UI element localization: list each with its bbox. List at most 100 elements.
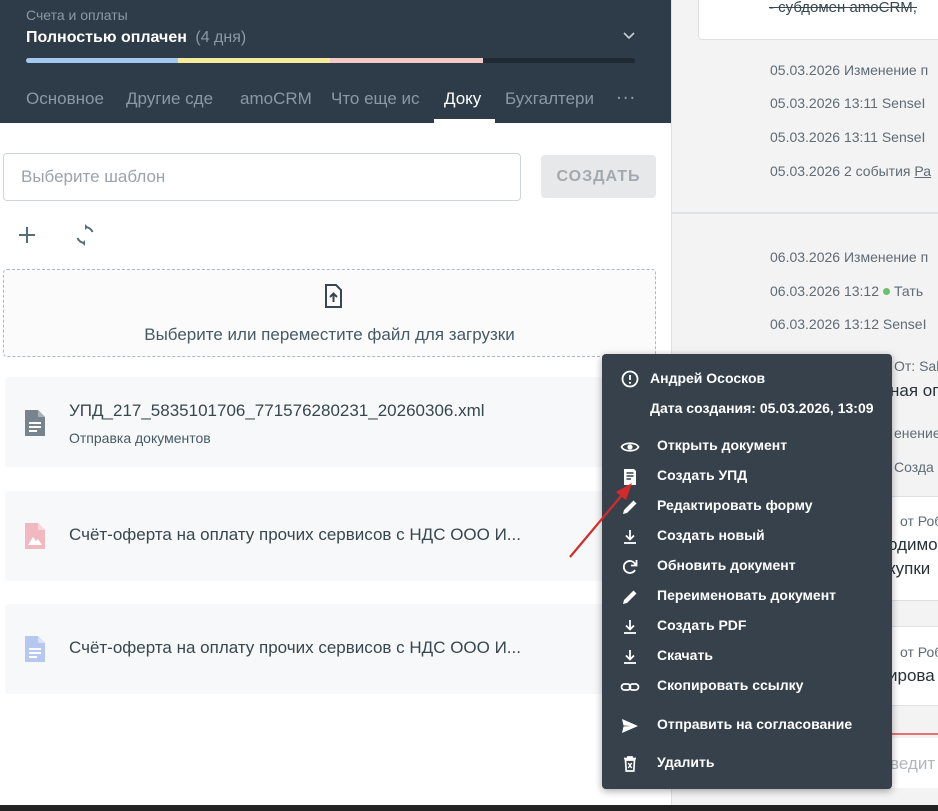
menu-refresh-document[interactable]: Обновить документ (602, 553, 892, 581)
pipeline-progress (26, 58, 635, 63)
feed-input-placeholder: ведит (890, 754, 936, 773)
feed-event-time: 06.03.2026 13:12 (770, 283, 879, 299)
status-duration: (4 дня) (195, 29, 247, 46)
refresh-icon (622, 560, 638, 574)
feed-message-input[interactable]: ведит (888, 738, 938, 788)
file-upload-icon (325, 284, 342, 308)
eye-icon (620, 442, 640, 452)
window-bottom-edge (0, 805, 938, 811)
template-placeholder: Выберите шаблон (21, 167, 166, 186)
menu-item-label: Создать новый (657, 527, 765, 543)
template-select[interactable]: Выберите шаблон (3, 153, 521, 201)
menu-item-label: Открыть документ (657, 437, 788, 453)
download-icon (624, 650, 636, 664)
status-label: Полностью оплачен (26, 29, 187, 46)
link-icon (620, 683, 640, 691)
feed-event: 06.03.2026 Изменение п (770, 249, 929, 265)
menu-create-upd[interactable]: Создать УПД (602, 463, 892, 491)
menu-item-label: Скопировать ссылку (657, 677, 804, 693)
document-item[interactable]: УПД_217_5835101706_771576280231_20260306… (5, 377, 671, 467)
feed-sender: от Роб (900, 644, 938, 660)
feed-event: 06.03.2026 13:12 SenseI (770, 316, 927, 332)
feed-event: 05.03.2026 13:11 SenseI (770, 129, 926, 145)
tab-other-deals[interactable]: Другие сде (126, 89, 219, 109)
file-document-icon (25, 410, 45, 436)
feed-message: одимо (888, 535, 938, 554)
feed-sender: От: Sal (894, 358, 938, 374)
tab-main[interactable]: Основное (26, 89, 108, 109)
feed-event: Созда (894, 459, 934, 475)
feed-event: 05.03.2026 2 события Ра (770, 163, 931, 179)
online-status-dot (883, 288, 890, 295)
feed-message: ирова (888, 666, 935, 685)
tab-documents[interactable]: Доку (444, 89, 494, 109)
feed-event: 05.03.2026 13:11 SenseI (770, 95, 926, 111)
chevron-down-icon[interactable] (620, 26, 638, 44)
file-pdf-icon (25, 523, 45, 549)
menu-send-for-approval[interactable]: Отправить на согласование (602, 712, 892, 740)
info-icon (621, 370, 639, 388)
menu-item-label: Редактировать форму (657, 497, 813, 513)
menu-rename-document[interactable]: Переименовать документ (602, 583, 892, 611)
menu-item-label: Переименовать документ (657, 587, 837, 603)
file-doc-icon (25, 636, 45, 662)
tab-accounting[interactable]: Бухгалтери (505, 89, 599, 109)
menu-delete[interactable]: Удалить (602, 750, 892, 778)
feed-events-link[interactable]: Ра (914, 163, 931, 179)
document-item[interactable]: Счёт-оферта на оплату прочих сервисов с … (5, 604, 671, 694)
active-tab-indicator (434, 119, 495, 123)
menu-create-pdf[interactable]: Создать PDF (602, 613, 892, 641)
document-name: Счёт-оферта на оплату прочих сервисов с … (69, 638, 521, 657)
feed-user-name: Тать (894, 283, 924, 299)
feed-event: 06.03.2026 13:12 Тать (770, 283, 923, 299)
menu-edit-form[interactable]: Редактировать форму (602, 493, 892, 521)
deal-header: Счета и оплаты Полностью оплачен (4 дня)… (0, 0, 671, 123)
menu-create-new[interactable]: Создать новый (602, 523, 892, 551)
menu-item-label: Удалить (657, 754, 715, 770)
progress-segment (26, 58, 178, 63)
progress-segment (178, 58, 330, 63)
feed-event: енение п (894, 425, 938, 441)
menu-open-document[interactable]: Открыть документ (602, 433, 892, 461)
document-item[interactable]: Счёт-оферта на оплату прочих сервисов с … (5, 491, 671, 581)
document-context-menu: Андрей Ососков Дата создания: 05.03.2026… (602, 354, 892, 789)
sync-icon[interactable] (71, 221, 99, 249)
deal-panel: Счета и оплаты Полностью оплачен (4 дня)… (0, 0, 671, 811)
dropzone-text: Выберите или переместите файл для загруз… (144, 325, 515, 344)
feed-message: ная оп (890, 381, 938, 400)
feed-note-text: - субдомен amoCRM, (769, 0, 917, 16)
menu-copy-link[interactable]: Скопировать ссылку (602, 673, 892, 701)
feed-message: купки (888, 559, 931, 578)
plus-icon[interactable] (13, 221, 41, 249)
pencil-icon (623, 590, 637, 604)
tab-amocrm[interactable]: amoCRM (240, 89, 315, 109)
feed-input-underline (888, 733, 938, 735)
menu-item-label: Отправить на согласование (657, 716, 853, 732)
document-name: Счёт-оферта на оплату прочих сервисов с … (69, 525, 521, 544)
feed-divider (672, 212, 938, 214)
document-subtitle: Отправка документов (69, 430, 211, 446)
document-name: УПД_217_5835101706_771576280231_20260306… (69, 401, 485, 420)
download-icon (624, 530, 636, 544)
create-button[interactable]: СОЗДАТЬ (541, 155, 656, 198)
file-dropzone[interactable]: Выберите или переместите файл для загруз… (3, 269, 656, 357)
document-author: Андрей Ососков (650, 370, 766, 386)
feed-note-card: - субдомен amoCRM, (698, 0, 938, 40)
download-icon (624, 620, 636, 634)
feed-event: 05.03.2026 Изменение п (770, 62, 929, 78)
pipeline-name: Счета и оплаты (26, 7, 128, 23)
menu-item-label: Скачать (657, 647, 713, 663)
menu-item-label: Создать PDF (657, 617, 747, 633)
trash-icon (624, 756, 636, 772)
more-tabs-icon[interactable]: ··· (616, 88, 636, 109)
document-created-date: Дата создания: 05.03.2026, 13:09 (650, 400, 874, 416)
feed-event-text: 05.03.2026 2 события (770, 163, 915, 179)
feed-sender: от Роб (900, 513, 938, 529)
tab-bar: Основное Другие сде amoCRM Что еще ис До… (0, 80, 671, 123)
menu-download[interactable]: Скачать (602, 643, 892, 671)
status-selector[interactable]: Полностью оплачен (4 дня) (26, 29, 246, 47)
menu-item-label: Создать УПД (657, 467, 748, 483)
document-form-icon (624, 469, 636, 485)
tab-what-else[interactable]: Что еще ис (331, 89, 424, 109)
progress-segment (330, 58, 483, 63)
